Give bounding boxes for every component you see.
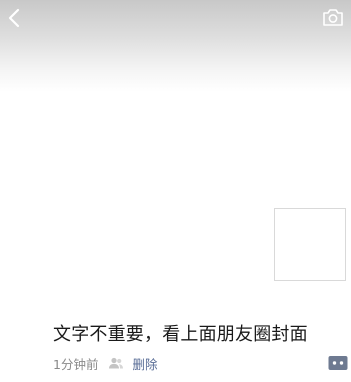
post-meta: 1分钟前 删除 bbox=[53, 353, 157, 373]
camera-button[interactable] bbox=[321, 6, 345, 28]
moments-screen: 文字不重要，看上面朋友圈封面 1分钟前 删除 bbox=[0, 0, 351, 382]
back-button[interactable] bbox=[4, 6, 26, 30]
chevron-left-icon bbox=[4, 6, 26, 30]
people-icon bbox=[108, 356, 124, 370]
moments-cover-image[interactable] bbox=[0, 0, 351, 92]
camera-icon bbox=[321, 6, 345, 28]
post-time: 1分钟前 bbox=[53, 356, 99, 372]
comment-more-icon bbox=[328, 355, 348, 371]
avatar[interactable] bbox=[274, 208, 346, 281]
post-text: 文字不重要，看上面朋友圈封面 bbox=[53, 324, 308, 345]
delete-button[interactable]: 删除 bbox=[132, 354, 157, 373]
comment-more-button[interactable] bbox=[328, 355, 348, 371]
